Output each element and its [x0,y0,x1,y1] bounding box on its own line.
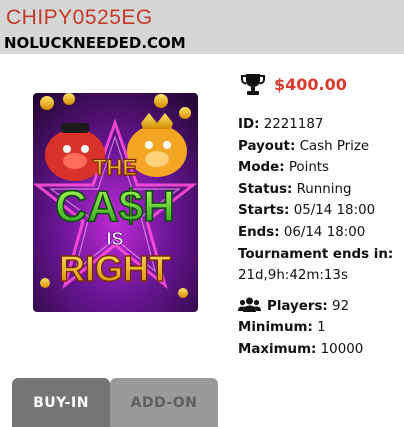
prize-row: $400.00 [240,70,347,98]
users-icon [238,297,261,312]
game-thumbnail[interactable]: THE CA$H IS RIGHT [33,93,198,312]
artwork-title-right: RIGHT [59,248,171,289]
detail-minimum: Minimum: 1 [238,320,326,336]
detail-id: ID: 2221187 [238,117,324,132]
detail-tournament-ends-value: 21d,9h:42m:13s [238,268,348,284]
tab-add-on[interactable]: ADD-ON [110,378,218,427]
artwork-title-cash: CA$H [55,182,175,231]
detail-maximum: Maximum: 10000 [238,341,364,357]
detail-starts: Starts: 05/14 18:00 [238,203,376,219]
artwork-title-the: THE [93,155,137,180]
artwork-title-is: IS [106,229,123,249]
tab-bar: BUY-IN ADD-ON [12,378,218,427]
site-name: NOLUCKNEEDED.COM [4,34,186,52]
tournament-code: CHIPY0525EG [6,6,153,29]
header-bar: CHIPY0525EG NOLUCKNEEDED.COM [0,0,404,54]
detail-status: Status: Running [238,181,352,197]
detail-tournament-ends-label: Tournament ends in: [238,246,394,262]
prize-amount: $400.00 [274,74,347,94]
detail-players: Players: 92 [238,296,403,318]
game-artwork: THE CA$H IS RIGHT [33,93,198,312]
trophy-icon [241,74,265,95]
detail-mode: Mode: Points [238,160,330,176]
players-block: Players: 92 Minimum: 1 Maximum: 10000 [238,296,403,361]
tab-buy-in[interactable]: BUY-IN [12,378,110,427]
detail-ends: Ends: 06/14 18:00 [238,224,366,240]
detail-payout: Payout: Cash Prize [238,138,370,154]
tournament-details: ID: 2221187 Payout: Cash Prize Mode: Poi… [238,114,403,361]
